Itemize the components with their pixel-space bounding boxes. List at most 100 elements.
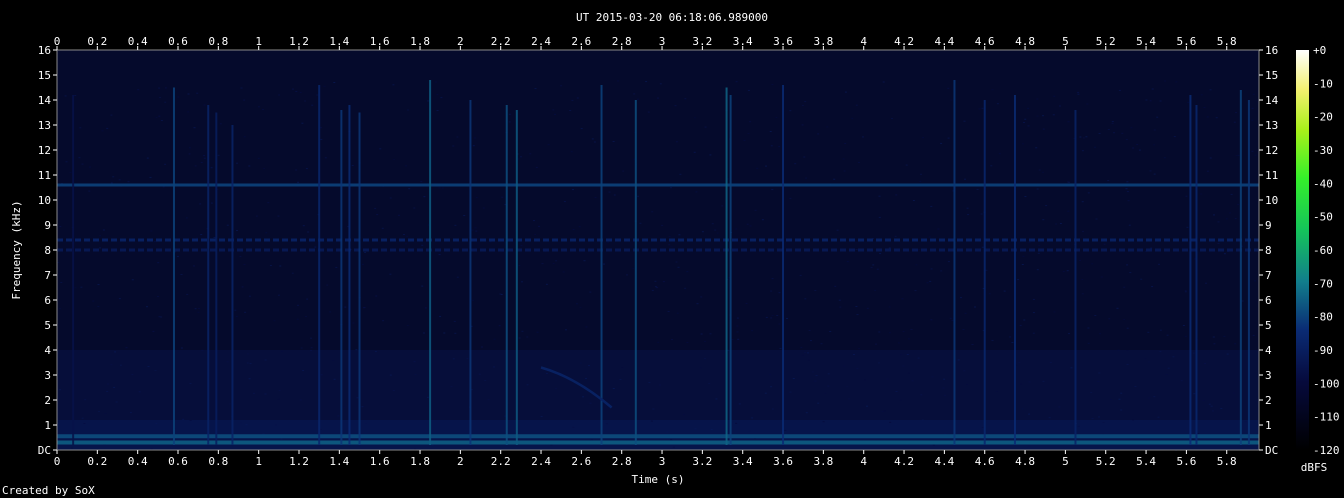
noise-speck <box>187 111 190 113</box>
noise-speck <box>875 343 877 345</box>
noise-speck <box>1233 121 1236 123</box>
noise-speck <box>900 354 903 356</box>
noise-speck <box>529 153 532 155</box>
colorbar-tick-label: -30 <box>1313 144 1333 157</box>
noise-speck <box>895 194 898 196</box>
noise-speck <box>1082 230 1084 232</box>
noise-speck <box>159 97 162 98</box>
noise-speck <box>1020 383 1023 385</box>
noise-speck <box>910 328 913 330</box>
noise-speck <box>1159 329 1162 331</box>
noise-speck <box>960 297 962 299</box>
noise-speck <box>438 254 441 256</box>
noise-speck <box>474 137 476 139</box>
noise-speck <box>248 378 251 380</box>
noise-speck <box>137 89 140 91</box>
noise-speck <box>619 379 622 380</box>
noise-speck <box>906 354 909 355</box>
noise-speck <box>897 342 900 344</box>
noise-speck <box>771 278 774 280</box>
noise-speck <box>1212 336 1215 338</box>
noise-speck <box>770 386 773 388</box>
noise-speck <box>862 136 864 138</box>
noise-speck <box>200 234 203 236</box>
noise-speck <box>1087 327 1090 329</box>
noise-speck <box>1117 349 1120 351</box>
noise-speck <box>812 431 815 433</box>
noise-speck <box>1099 333 1102 335</box>
noise-speck <box>684 98 687 100</box>
noise-speck <box>572 189 574 191</box>
noise-speck <box>1217 242 1220 244</box>
noise-speck <box>736 331 739 333</box>
noise-speck <box>1120 392 1123 394</box>
noise-speck <box>864 379 867 381</box>
noise-speck <box>895 391 898 392</box>
noise-speck <box>855 306 858 307</box>
noise-speck <box>583 260 586 262</box>
noise-speck <box>1151 286 1154 288</box>
noise-speck <box>576 303 578 305</box>
noise-speck <box>1184 291 1187 293</box>
noise-speck <box>651 211 654 213</box>
noise-speck <box>881 411 884 413</box>
x-tick-label-bottom: 5.6 <box>1176 455 1196 468</box>
colorbar-tick-label: -10 <box>1313 77 1333 90</box>
noise-speck <box>578 226 581 228</box>
y-tick-label-right: 16 <box>1265 44 1278 57</box>
noise-speck <box>789 197 792 199</box>
noise-speck <box>708 383 711 384</box>
noise-speck <box>555 260 558 262</box>
x-tick-label-bottom: 2.4 <box>531 455 551 468</box>
noise-speck <box>1254 154 1257 156</box>
noise-speck <box>1149 100 1152 102</box>
y-tick-label-right: 8 <box>1265 244 1272 257</box>
noise-speck <box>651 289 654 291</box>
noise-speck <box>1165 374 1168 376</box>
noise-speck <box>648 382 651 384</box>
noise-speck <box>957 359 960 361</box>
noise-speck <box>1148 397 1151 399</box>
noise-speck <box>320 138 323 140</box>
noise-speck <box>363 307 366 308</box>
noise-speck <box>1136 144 1139 145</box>
noise-speck <box>59 226 62 227</box>
noise-speck <box>751 330 754 332</box>
noise-speck <box>110 364 113 366</box>
noise-speck <box>333 378 336 380</box>
y-tick-label-left: 11 <box>38 169 51 182</box>
noise-speck <box>374 351 377 353</box>
noise-speck <box>811 371 814 373</box>
noise-speck <box>1059 223 1062 224</box>
noise-speck <box>74 287 77 289</box>
noise-speck <box>899 399 902 401</box>
noise-speck <box>991 339 994 341</box>
noise-speck <box>843 365 846 367</box>
noise-speck <box>801 124 804 126</box>
noise-speck <box>484 380 487 381</box>
noise-speck <box>855 249 858 250</box>
noise-speck <box>299 92 302 93</box>
noise-speck <box>914 290 917 292</box>
y-tick-label-left: 15 <box>38 69 51 82</box>
noise-speck <box>657 97 659 99</box>
colorbar-tick-label: -50 <box>1313 211 1333 224</box>
noise-speck <box>292 88 294 90</box>
noise-speck <box>888 306 891 308</box>
noise-speck <box>1204 363 1207 364</box>
noise-speck <box>300 347 303 349</box>
noise-speck <box>79 127 82 129</box>
x-tick-label-top: 5.6 <box>1176 35 1196 48</box>
noise-speck <box>521 330 524 332</box>
x-tick-label-top: 0 <box>54 35 61 48</box>
noise-speck <box>716 232 719 234</box>
noise-speck <box>291 272 294 274</box>
noise-speck <box>472 299 475 301</box>
noise-speck <box>301 122 304 124</box>
noise-speck <box>613 194 616 196</box>
noise-speck <box>241 286 244 288</box>
noise-speck <box>337 415 340 417</box>
noise-speck <box>498 325 501 327</box>
noise-speck <box>940 142 943 144</box>
noise-speck <box>265 232 268 234</box>
